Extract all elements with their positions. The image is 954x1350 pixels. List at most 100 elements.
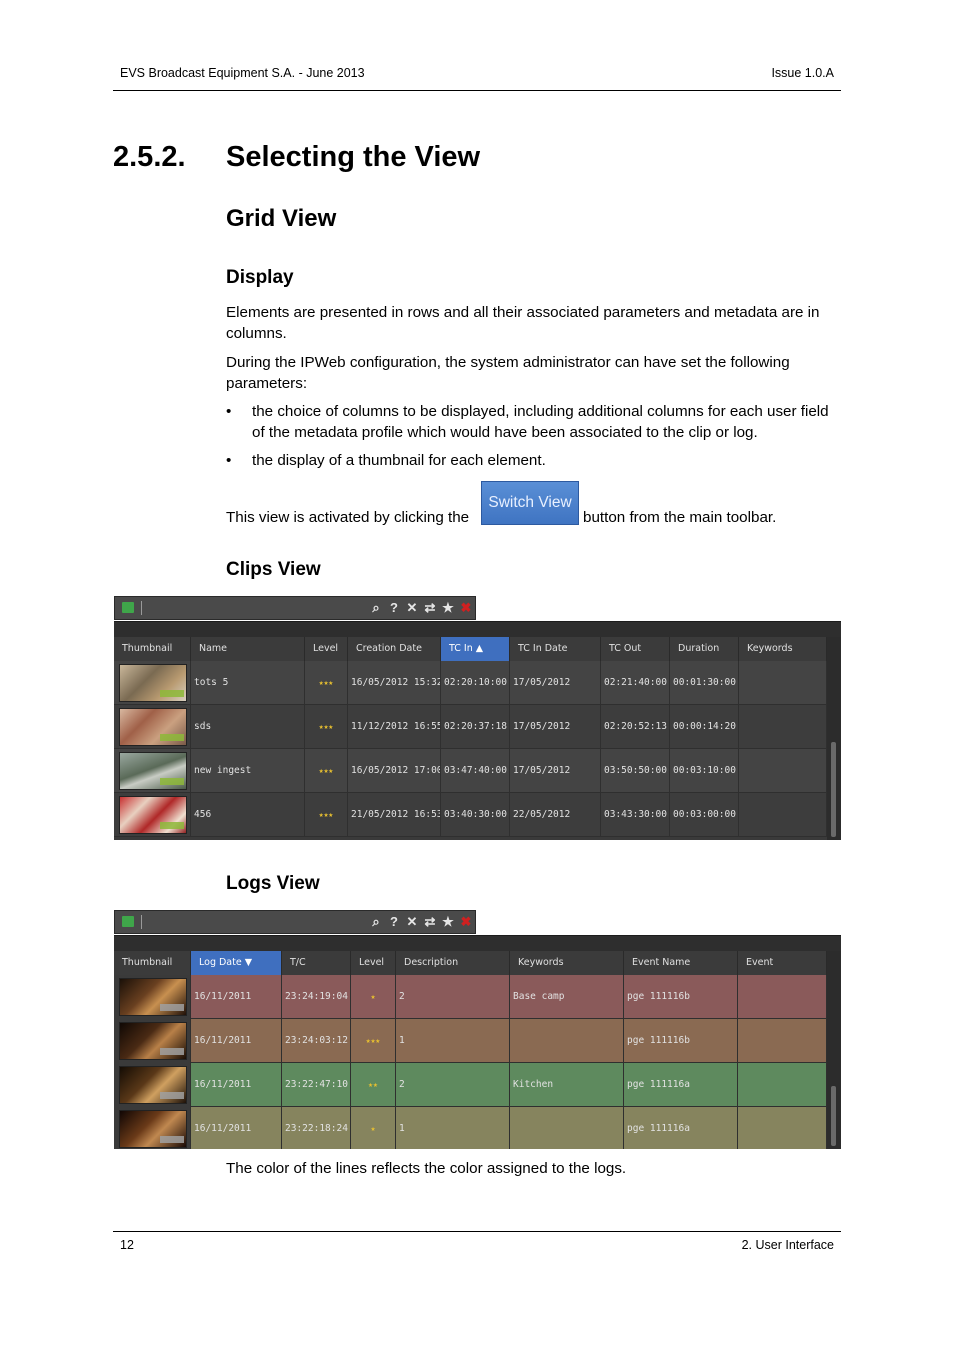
duration-cell: 00:03:10:00 bbox=[670, 749, 739, 793]
keywords-cell: Base camp bbox=[510, 975, 624, 1019]
clips-header-row: Thumbnail Name Level Creation Date TC In… bbox=[114, 637, 827, 661]
level-stars: ★ bbox=[351, 975, 396, 1019]
clips-col-level: Level bbox=[305, 637, 348, 661]
keywords-cell bbox=[739, 749, 827, 793]
display-paragraph-1: Elements are presented in rows and all t… bbox=[226, 304, 820, 342]
tc-out-cell: 02:21:40:00 bbox=[601, 661, 670, 705]
level-stars: ★★★ bbox=[305, 749, 348, 793]
thumbnail-badge bbox=[160, 734, 184, 741]
clips-col-name: Name bbox=[191, 637, 305, 661]
log-date-cell: 16/11/2011 bbox=[191, 1107, 282, 1149]
toolbar-separator bbox=[141, 601, 142, 615]
scrollbar-thumb bbox=[831, 1086, 836, 1146]
table-row: 456 ★★★ 21/05/2012 16:53 03:40:30:00 22/… bbox=[114, 793, 827, 837]
logs-col-description: Description bbox=[396, 951, 510, 975]
thumbnail-cell bbox=[114, 1063, 191, 1107]
creation-date-cell: 11/12/2012 16:55 bbox=[348, 705, 441, 749]
tc-cell: 23:22:18:24 bbox=[282, 1107, 351, 1149]
creation-date-cell: 16/05/2012 15:32 bbox=[348, 661, 441, 705]
logs-col-keywords: Keywords bbox=[510, 951, 624, 975]
scrollbar-thumb bbox=[831, 742, 836, 837]
section-title: Selecting the View bbox=[226, 141, 481, 173]
keywords-cell bbox=[739, 793, 827, 837]
header-right: Issue 1.0.A bbox=[771, 66, 834, 80]
tc-in-date-cell: 17/05/2012 bbox=[510, 661, 601, 705]
logs-col-log-date: Log Date ▼ bbox=[191, 951, 282, 975]
star-icon: ★ bbox=[442, 914, 454, 929]
log-thumbnail bbox=[119, 1066, 187, 1104]
thumbnail-cell bbox=[114, 975, 191, 1019]
log-date-cell: 16/11/2011 bbox=[191, 975, 282, 1019]
thumbnail-cell bbox=[114, 705, 191, 749]
clips-col-tc-in: TC In ▲ bbox=[441, 637, 510, 661]
thumbnail-badge bbox=[160, 1136, 184, 1143]
creation-date-cell: 16/05/2012 17:00 bbox=[348, 749, 441, 793]
table-row: 16/11/2011 23:22:18:24 ★ 1 pge 111116a bbox=[114, 1107, 827, 1149]
bullet-text: the display of a thumbnail for each elem… bbox=[252, 452, 546, 469]
event-description-cell bbox=[738, 1019, 827, 1063]
clips-grid-screenshot: Thumbnail Name Level Creation Date TC In… bbox=[114, 621, 841, 840]
event-description-cell bbox=[738, 975, 827, 1019]
event-description-cell bbox=[738, 1107, 827, 1149]
page-number: 12 bbox=[120, 1238, 134, 1252]
thumbnail-cell bbox=[114, 749, 191, 793]
tc-in-date-cell: 17/05/2012 bbox=[510, 749, 601, 793]
keywords-cell: Kitchen bbox=[510, 1063, 624, 1107]
event-name-cell: pge 111116a bbox=[624, 1063, 738, 1107]
clips-view-heading: Clips View bbox=[226, 559, 321, 580]
keywords-cell bbox=[739, 661, 827, 705]
event-description-cell bbox=[738, 1063, 827, 1107]
logs-col-event-description: Event Description bbox=[738, 951, 827, 992]
logs-col-tc: T/C bbox=[282, 951, 351, 975]
close-icon: ✕ bbox=[406, 914, 418, 929]
clips-col-thumbnail: Thumbnail bbox=[114, 637, 191, 661]
clips-col-tc-in-date: TC In Date bbox=[510, 637, 601, 661]
name-cell: sds bbox=[191, 705, 305, 749]
name-cell: tots 5 bbox=[191, 661, 305, 705]
level-stars: ★ bbox=[351, 1107, 396, 1149]
section-number: 2.5.2. bbox=[113, 141, 186, 173]
grid-top-band bbox=[114, 621, 841, 638]
name-cell: 456 bbox=[191, 793, 305, 837]
scrollbar bbox=[827, 951, 841, 1149]
clip-thumbnail bbox=[119, 752, 187, 790]
activation-text-after: button from the main toolbar. bbox=[583, 509, 777, 526]
clips-col-tc-out: TC Out bbox=[601, 637, 670, 661]
name-cell: new ingest bbox=[191, 749, 305, 793]
tc-cell: 23:24:03:12 bbox=[282, 1019, 351, 1063]
logs-view-heading: Logs View bbox=[226, 873, 320, 894]
close-icon: ✕ bbox=[406, 600, 418, 615]
logs-toolbar: ⌕ ? ✕ ⇄ ★ ✖ bbox=[114, 910, 476, 934]
toolbar-separator bbox=[141, 915, 142, 929]
duration-cell: 00:03:00:00 bbox=[670, 793, 739, 837]
folder-icon bbox=[122, 916, 134, 927]
table-row: 16/11/2011 23:24:19:04 ★ 2 Base camp pge… bbox=[114, 975, 827, 1019]
tc-out-cell: 03:50:50:00 bbox=[601, 749, 670, 793]
event-name-cell: pge 111116a bbox=[624, 1107, 738, 1149]
logs-grid-screenshot: Thumbnail Log Date ▼ T/C Level Descripti… bbox=[114, 935, 841, 1149]
thumbnail-cell bbox=[114, 793, 191, 837]
tc-in-cell: 02:20:10:00 bbox=[441, 661, 510, 705]
table-row: 16/11/2011 23:22:47:10 ★★ 2 Kitchen pge … bbox=[114, 1063, 827, 1107]
tc-in-date-cell: 22/05/2012 bbox=[510, 793, 601, 837]
bullet-mark: • bbox=[226, 452, 232, 469]
description-cell: 2 bbox=[396, 1063, 510, 1107]
logs-caption: The color of the lines reflects the colo… bbox=[226, 1160, 627, 1177]
creation-date-cell: 21/05/2012 16:53 bbox=[348, 793, 441, 837]
event-name-cell: pge 111116b bbox=[624, 975, 738, 1019]
bullet-item: • the display of a thumbnail for each el… bbox=[226, 451, 841, 473]
subsection-title: Grid View bbox=[226, 205, 337, 232]
level-stars: ★★★ bbox=[305, 705, 348, 749]
log-thumbnail bbox=[119, 1022, 187, 1060]
help-icon: ? bbox=[390, 600, 398, 615]
tc-in-date-cell: 17/05/2012 bbox=[510, 705, 601, 749]
logs-header-row: Thumbnail Log Date ▼ T/C Level Descripti… bbox=[114, 951, 827, 992]
footer-rule bbox=[113, 1231, 841, 1232]
footer-chapter: 2. User Interface bbox=[741, 1238, 834, 1252]
tc-in-cell: 03:40:30:00 bbox=[441, 793, 510, 837]
level-stars: ★★ bbox=[351, 1063, 396, 1107]
header-rule bbox=[113, 90, 841, 91]
bullet-text: the choice of columns to be displayed, i… bbox=[252, 403, 829, 441]
thumbnail-cell bbox=[114, 1107, 191, 1149]
grid-top-band bbox=[114, 935, 841, 952]
